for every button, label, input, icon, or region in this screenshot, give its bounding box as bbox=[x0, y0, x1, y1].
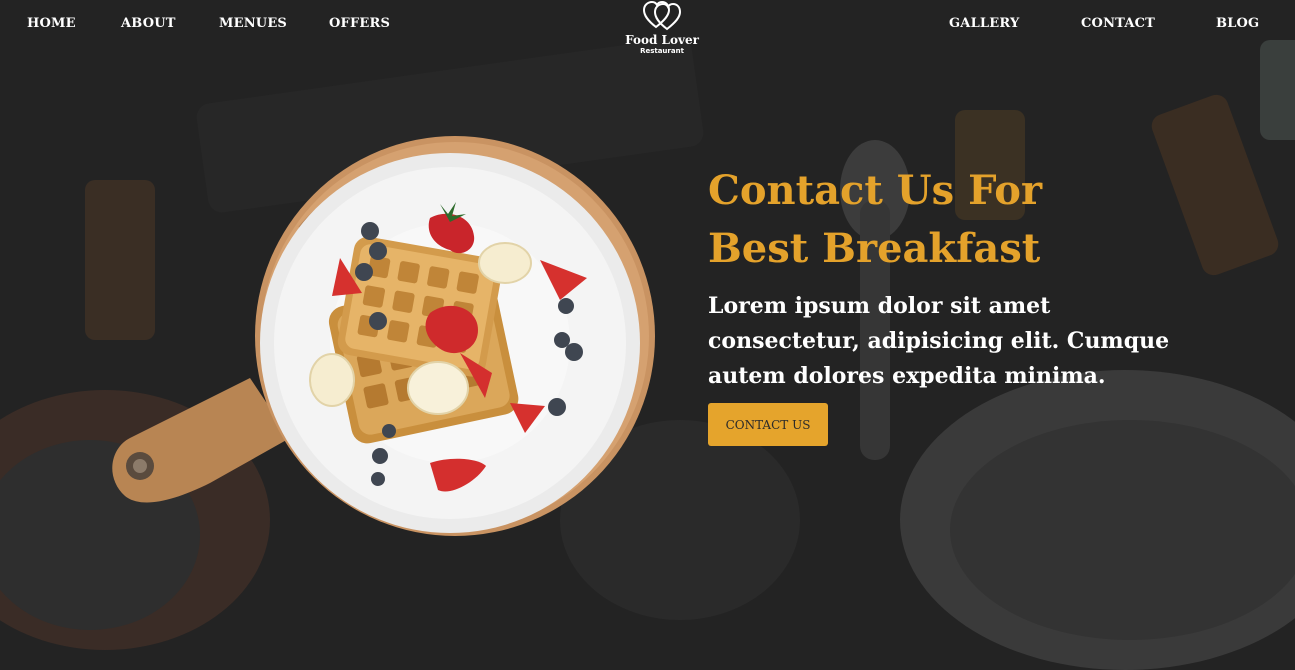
nav-gallery[interactable]: GALLERY bbox=[949, 16, 1019, 31]
nav-about[interactable]: ABOUT bbox=[121, 16, 176, 31]
double-heart-icon bbox=[642, 0, 682, 36]
hero-title-line1: Contact Us For bbox=[708, 167, 1043, 214]
logo-name: Food Lover bbox=[625, 33, 699, 47]
hero-title: Contact Us For Best Breakfast bbox=[708, 162, 1168, 278]
hero-description: Lorem ipsum dolor sit amet consectetur, … bbox=[708, 293, 1170, 389]
nav-home[interactable]: HOME bbox=[27, 16, 76, 31]
brand-logo[interactable]: Food Lover Restaurant bbox=[620, 0, 704, 60]
nav-menues[interactable]: MENUES bbox=[219, 16, 287, 31]
nav-blog[interactable]: BLOG bbox=[1216, 16, 1259, 31]
logo-subtitle: Restaurant bbox=[640, 47, 684, 55]
waffles-on-plate-image bbox=[100, 118, 660, 562]
hero-title-line2: Best Breakfast bbox=[708, 225, 1041, 272]
contact-us-button[interactable]: CONTACT US bbox=[708, 403, 828, 446]
nav-contact[interactable]: CONTACT bbox=[1081, 16, 1155, 31]
nav-offers[interactable]: OFFERS bbox=[329, 16, 390, 31]
